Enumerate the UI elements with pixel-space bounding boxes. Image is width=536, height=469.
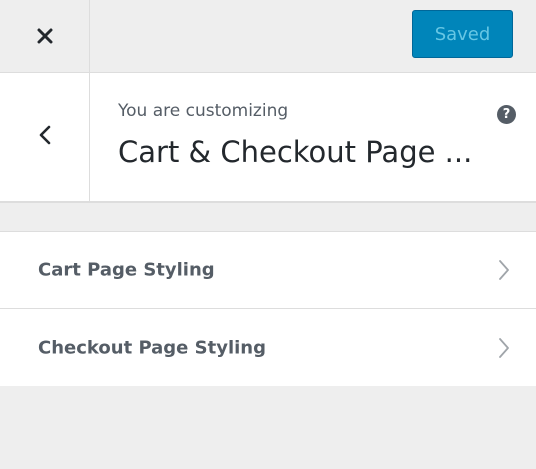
- question-circle-icon[interactable]: ?: [497, 105, 516, 124]
- section-label: Cart Page Styling: [38, 259, 215, 281]
- section-list: Cart Page Styling Checkout Page Styling: [0, 231, 536, 386]
- close-button[interactable]: [0, 0, 90, 72]
- section-item-cart-page-styling[interactable]: Cart Page Styling: [0, 232, 536, 309]
- panel-header: You are customizing Cart & Checkout Page…: [0, 73, 536, 203]
- chevron-right-icon: [498, 337, 510, 359]
- section-label: Checkout Page Styling: [38, 337, 266, 358]
- page-title: Cart & Checkout Page ...: [118, 135, 473, 169]
- saved-button[interactable]: Saved: [412, 10, 513, 58]
- back-button[interactable]: [0, 73, 90, 201]
- customizer-panel: Saved You are customizing Cart & Checkou…: [0, 0, 536, 469]
- chevron-right-icon: [498, 259, 510, 281]
- customizer-header: Saved: [0, 0, 536, 73]
- chevron-left-icon: [39, 125, 51, 149]
- section-item-checkout-page-styling[interactable]: Checkout Page Styling: [0, 309, 536, 386]
- customizing-label: You are customizing: [118, 101, 289, 121]
- close-icon: [37, 28, 53, 44]
